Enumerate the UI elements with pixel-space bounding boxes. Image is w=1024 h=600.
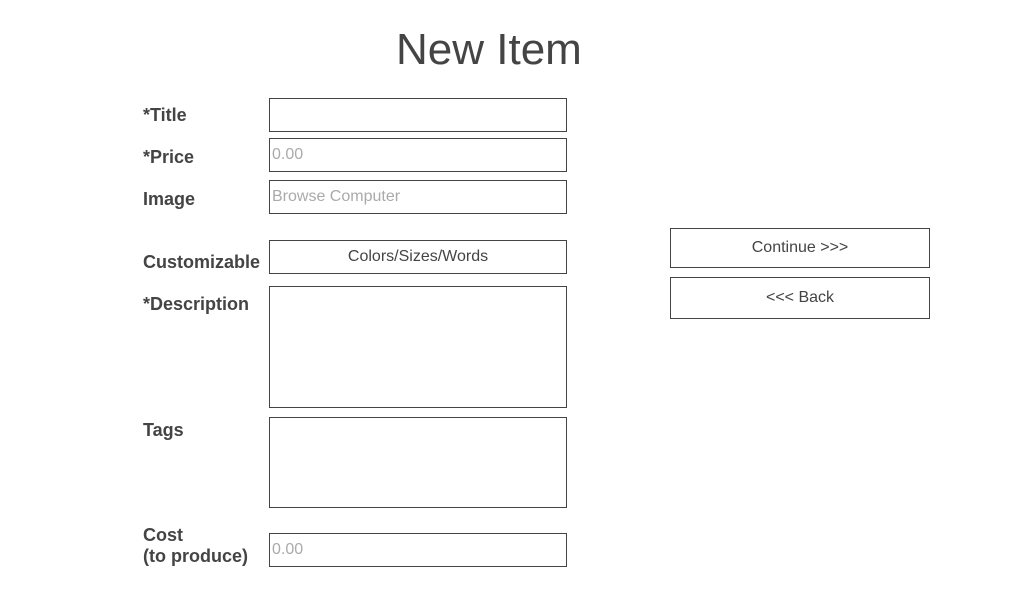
customizable-options-button[interactable]: Colors/Sizes/Words bbox=[269, 240, 567, 274]
description-label: *Description bbox=[143, 294, 250, 314]
continue-button[interactable]: Continue >>> bbox=[670, 228, 930, 268]
image-label: Image bbox=[143, 189, 196, 209]
price-label: *Price bbox=[143, 147, 195, 167]
back-button-label: <<< Back bbox=[765, 289, 835, 306]
cost-label-line1: Cost bbox=[143, 525, 183, 545]
new-item-page: New Item *Title *Price Image Browse Comp… bbox=[0, 0, 1024, 600]
continue-button-label: Continue >>> bbox=[751, 239, 849, 256]
cost-label-line2: (to produce) bbox=[143, 546, 248, 566]
title-label: *Title bbox=[143, 105, 187, 125]
page-title: New Item bbox=[396, 25, 582, 74]
title-input[interactable] bbox=[269, 98, 567, 132]
tags-textarea[interactable] bbox=[269, 417, 567, 508]
customizable-label: Customizable bbox=[143, 252, 261, 272]
cost-input[interactable] bbox=[269, 533, 567, 567]
cost-label: Cost (to produce) bbox=[143, 525, 248, 567]
customizable-options-text: Colors/Sizes/Words bbox=[347, 248, 489, 265]
tags-label: Tags bbox=[143, 420, 184, 440]
description-textarea[interactable] bbox=[269, 286, 567, 408]
back-button[interactable]: <<< Back bbox=[670, 277, 930, 319]
browse-computer-text: Browse Computer bbox=[272, 188, 401, 205]
browse-computer-button[interactable]: Browse Computer bbox=[269, 180, 567, 214]
price-input[interactable] bbox=[269, 138, 567, 172]
